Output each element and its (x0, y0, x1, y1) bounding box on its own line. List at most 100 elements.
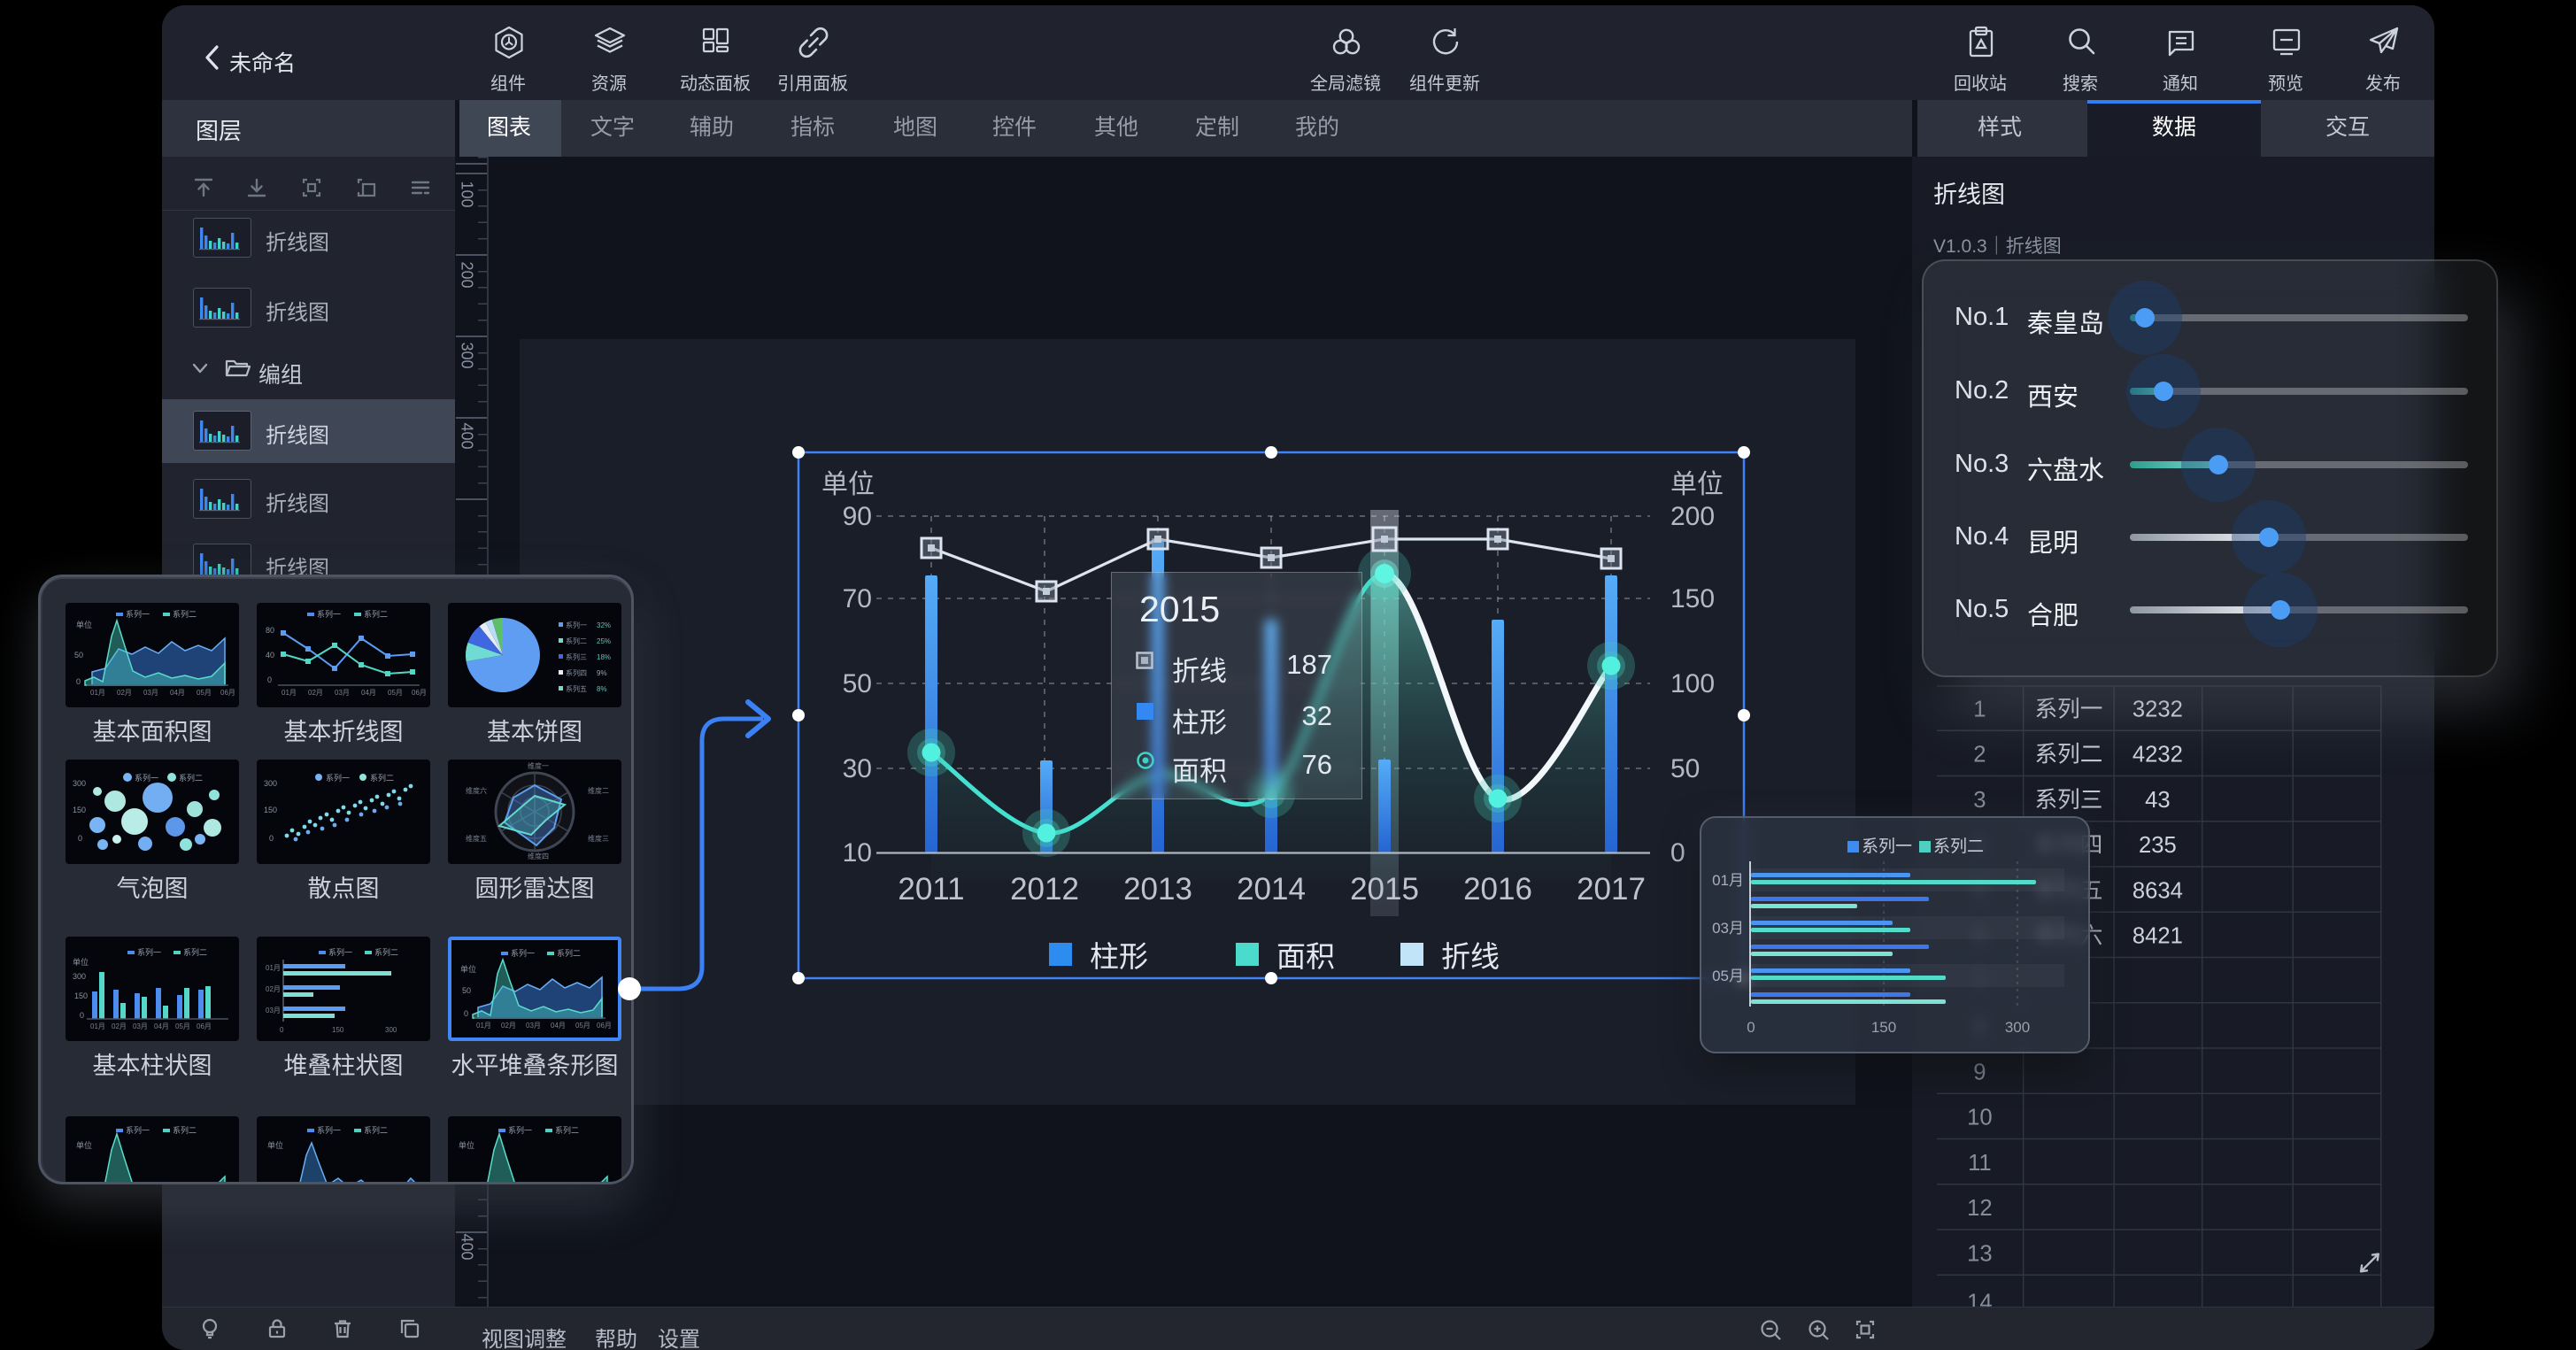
svg-text:150: 150 (73, 806, 86, 814)
svg-text:维度二: 维度二 (588, 786, 609, 795)
svg-text:单位: 单位 (460, 964, 476, 974)
svg-text:50: 50 (74, 651, 83, 660)
svg-text:系列二: 系列二 (179, 773, 203, 783)
svg-text:系列二: 系列二 (364, 609, 388, 619)
svg-text:0: 0 (267, 675, 272, 684)
svg-text:01月: 01月 (90, 689, 105, 697)
svg-text:2011: 2011 (898, 872, 964, 906)
svg-text:04月: 04月 (170, 689, 185, 697)
svg-text:系列二: 系列二 (173, 1125, 197, 1135)
svg-text:80: 80 (266, 626, 274, 635)
svg-text:系列一: 系列一 (137, 947, 161, 957)
svg-text:单位: 单位 (821, 470, 875, 499)
svg-text:8421: 8421 (2133, 924, 2183, 949)
svg-text:100: 100 (1670, 669, 1715, 698)
svg-text:单位: 单位 (459, 1140, 474, 1150)
svg-text:10: 10 (843, 838, 872, 868)
svg-text:32%: 32% (597, 621, 611, 629)
svg-text:1: 1 (1973, 697, 1986, 721)
svg-text:单位: 单位 (76, 620, 92, 629)
svg-text:01月: 01月 (90, 1022, 105, 1030)
svg-text:12: 12 (1967, 1196, 1993, 1221)
svg-text:系列一: 系列一 (135, 773, 158, 783)
svg-text:70: 70 (843, 584, 872, 613)
svg-text:06月: 06月 (412, 689, 427, 697)
svg-text:9: 9 (1973, 1060, 1986, 1084)
svg-text:柱形: 柱形 (1090, 940, 1148, 973)
svg-text:面积: 面积 (1276, 940, 1335, 973)
svg-text:02月: 02月 (112, 1022, 127, 1030)
svg-text:2013: 2013 (1123, 872, 1192, 906)
svg-text:2012: 2012 (1010, 872, 1079, 906)
svg-text:03月: 03月 (526, 1022, 541, 1030)
svg-text:01月: 01月 (282, 689, 297, 697)
svg-text:2: 2 (1973, 743, 1986, 768)
svg-text:02月: 02月 (308, 689, 323, 697)
svg-text:0: 0 (464, 1009, 468, 1018)
svg-text:系列四: 系列四 (566, 668, 587, 677)
svg-text:0: 0 (269, 834, 274, 843)
svg-text:系列二: 系列二 (1933, 837, 1984, 856)
svg-text:03月: 03月 (1712, 920, 1744, 937)
svg-text:150: 150 (264, 806, 277, 814)
svg-text:系列一: 系列一 (126, 1125, 150, 1135)
svg-text:50: 50 (462, 986, 471, 995)
svg-text:300: 300 (73, 972, 86, 981)
svg-text:0: 0 (80, 1011, 84, 1020)
svg-text:18%: 18% (597, 653, 611, 661)
svg-text:系列二: 系列二 (374, 947, 398, 957)
svg-text:8634: 8634 (2133, 878, 2183, 903)
svg-text:02月: 02月 (266, 985, 281, 993)
svg-text:系列一: 系列一 (566, 621, 587, 629)
svg-text:维度五: 维度五 (466, 834, 487, 843)
svg-text:3232: 3232 (2133, 697, 2183, 721)
svg-text:04月: 04月 (361, 689, 376, 697)
svg-text:0: 0 (76, 677, 81, 686)
svg-text:150: 150 (74, 991, 88, 1000)
svg-text:01月: 01月 (266, 964, 281, 972)
svg-text:系列一: 系列一 (326, 773, 350, 783)
svg-text:3: 3 (1973, 788, 1986, 813)
svg-text:系列五: 系列五 (566, 684, 587, 693)
svg-text:05月: 05月 (388, 689, 403, 697)
svg-text:2014: 2014 (1237, 872, 1306, 906)
svg-text:06月: 06月 (597, 1022, 612, 1030)
svg-text:0: 0 (1670, 838, 1685, 868)
svg-text:06月: 06月 (220, 689, 235, 697)
svg-text:02月: 02月 (501, 1022, 516, 1030)
svg-text:150: 150 (332, 1026, 344, 1034)
svg-text:03月: 03月 (143, 689, 158, 697)
svg-text:8%: 8% (597, 685, 607, 693)
svg-text:单位: 单位 (73, 957, 89, 967)
svg-text:50: 50 (1670, 754, 1700, 783)
svg-text:系列一: 系列一 (126, 609, 150, 619)
svg-text:系列二: 系列二 (555, 1125, 579, 1135)
svg-text:13: 13 (1967, 1241, 1993, 1266)
svg-text:系列二: 系列二 (173, 609, 197, 619)
svg-text:2015: 2015 (1350, 872, 1419, 906)
svg-text:0: 0 (1747, 1019, 1755, 1036)
svg-text:系列二: 系列二 (2034, 742, 2102, 768)
svg-text:9%: 9% (597, 669, 607, 677)
svg-text:150: 150 (1871, 1019, 1896, 1036)
svg-text:单位: 单位 (76, 1140, 92, 1150)
svg-text:04月: 04月 (551, 1022, 566, 1030)
svg-text:05月: 05月 (1712, 968, 1744, 984)
svg-text:2016: 2016 (1463, 872, 1532, 906)
svg-text:单位: 单位 (1670, 470, 1724, 499)
svg-text:50: 50 (843, 669, 872, 698)
svg-text:系列二: 系列二 (364, 1125, 388, 1135)
svg-text:系列一: 系列一 (317, 609, 341, 619)
svg-text:维度四: 维度四 (528, 852, 549, 860)
svg-text:系列二: 系列二 (370, 773, 394, 783)
svg-text:单位: 单位 (267, 1140, 283, 1150)
svg-text:2017: 2017 (1577, 872, 1646, 906)
svg-text:系列一: 系列一 (1862, 837, 1912, 856)
svg-text:300: 300 (2005, 1019, 2030, 1036)
svg-text:系列二: 系列二 (557, 948, 581, 958)
svg-text:235: 235 (2139, 833, 2177, 858)
svg-text:03月: 03月 (133, 1022, 148, 1030)
svg-text:40: 40 (266, 651, 274, 660)
svg-text:系列一: 系列一 (317, 1125, 341, 1135)
svg-text:300: 300 (73, 779, 86, 788)
